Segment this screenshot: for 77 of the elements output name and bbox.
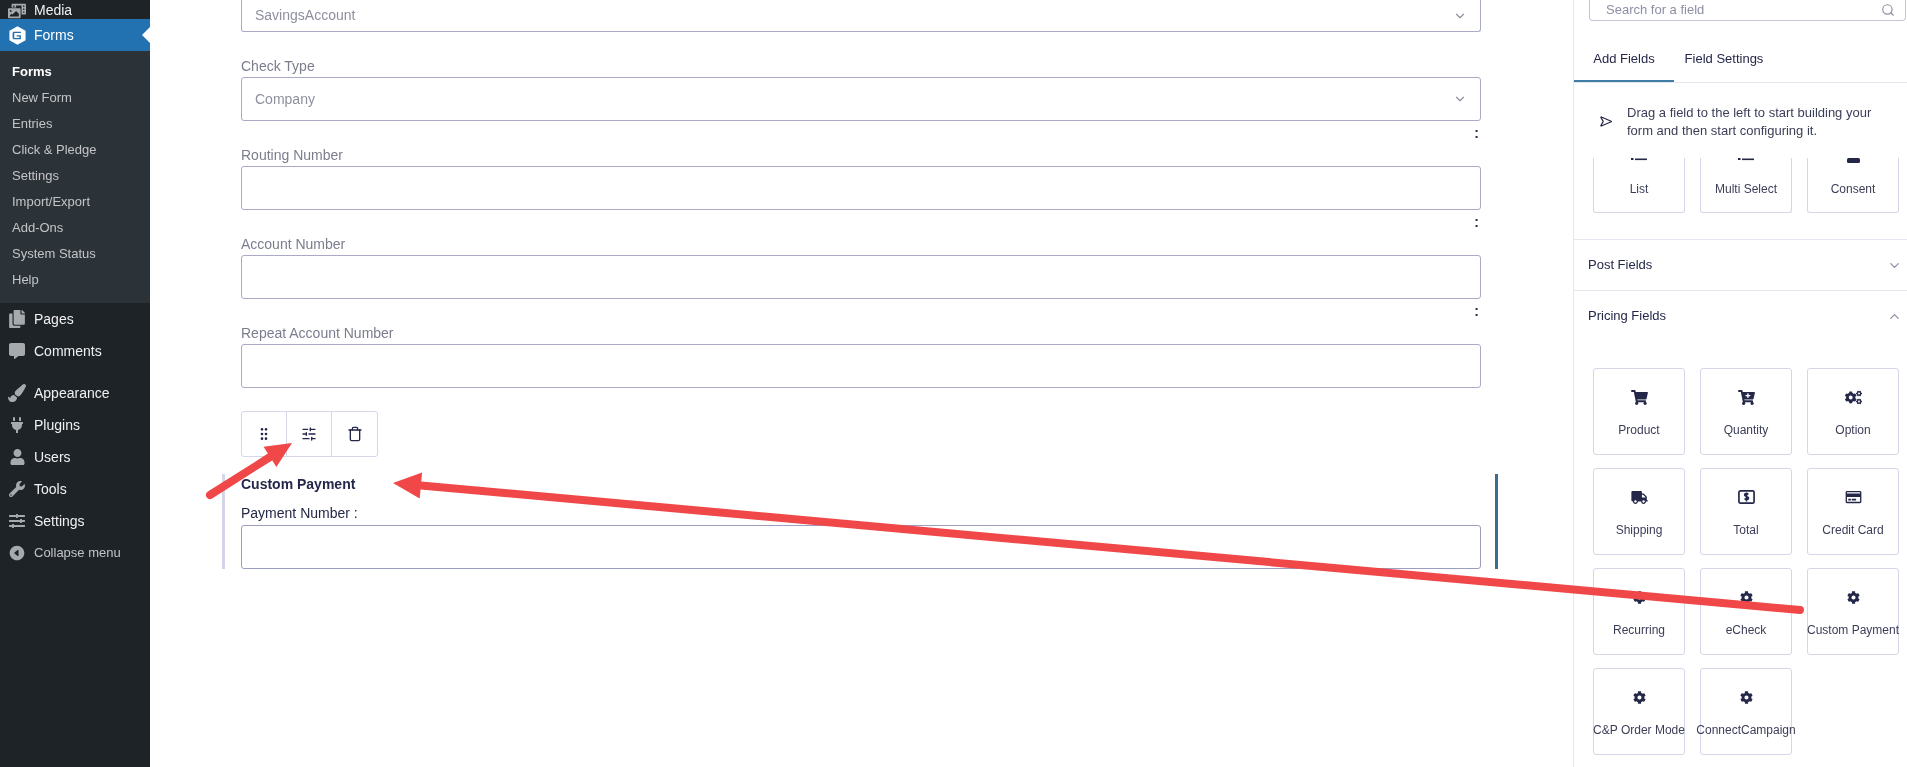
colon-text: :: [1474, 212, 1480, 232]
field-button[interactable]: Total: [1700, 468, 1792, 555]
menu-item[interactable]: Appearance: [0, 377, 150, 409]
cart-icon: [1630, 389, 1648, 405]
submenu-item[interactable]: Entries: [0, 111, 150, 137]
speech-bubble-icon: [9, 343, 25, 359]
submenu-item[interactable]: Settings: [0, 163, 150, 189]
submenu-item[interactable]: Forms: [0, 59, 150, 85]
menu-item[interactable]: Tools: [0, 473, 150, 505]
menu-item[interactable]: Users: [0, 441, 150, 473]
field-button[interactable]: Custom Payment: [1807, 568, 1899, 655]
gear-icon: [1739, 690, 1753, 704]
menu-item[interactable]: Pages: [0, 303, 150, 335]
text-input[interactable]: [241, 525, 1481, 569]
paintbrush-icon: [8, 384, 26, 402]
field-button[interactable]: Product: [1593, 368, 1685, 455]
list-icon: [1631, 158, 1647, 161]
section-toggle[interactable]: Pricing Fields: [1574, 290, 1907, 341]
dollar-box-icon: [1737, 490, 1755, 504]
text-input[interactable]: [241, 344, 1481, 388]
photo-video-icon: [8, 3, 26, 19]
field-button[interactable]: C&P Order Mode: [1593, 668, 1685, 755]
list-icon: [1738, 158, 1754, 161]
field-title: Custom Payment: [241, 474, 357, 494]
text-input[interactable]: [241, 166, 1481, 210]
menu-item[interactable]: Settings: [0, 505, 150, 537]
field-button[interactable]: Multi Select: [1700, 158, 1792, 213]
search-icon: [1881, 3, 1895, 17]
hint-text: Drag a field to the left to start building your form and then start configuring it.: [1627, 104, 1873, 140]
submenu-item[interactable]: Help: [0, 267, 150, 293]
field-button[interactable]: Recurring: [1593, 568, 1685, 655]
credit-card-icon: [1844, 490, 1862, 504]
menu-item[interactable]: Plugins: [0, 409, 150, 441]
submenu-item[interactable]: Import/Export: [0, 189, 150, 215]
collapse-menu-button[interactable]: Collapse menu: [0, 537, 150, 569]
sliders-icon: [9, 513, 25, 529]
menu-item[interactable]: Comments: [0, 335, 150, 367]
gear-icon: [1739, 590, 1753, 604]
field-button[interactable]: List: [1593, 158, 1685, 213]
gears-icon: [1844, 389, 1862, 405]
field-label: Check Type: [241, 57, 316, 76]
pages-icon: [9, 310, 25, 328]
text-input[interactable]: [241, 255, 1481, 299]
field-label: Payment Number :: [241, 503, 359, 523]
field-button[interactable]: Shipping: [1593, 468, 1685, 555]
cart-plus-icon: [1737, 389, 1755, 405]
field-button[interactable]: Option: [1807, 368, 1899, 455]
field-label: Account Number: [241, 235, 347, 254]
truck-icon: [1629, 490, 1649, 504]
panel-tab[interactable]: Add Fields: [1574, 21, 1674, 82]
submenu-item[interactable]: New Form: [0, 85, 150, 111]
panel-tab[interactable]: Field Settings: [1674, 21, 1774, 82]
submenu-item[interactable]: Click & Pledge: [0, 137, 150, 163]
trash-icon: [346, 426, 363, 442]
wrench-icon: [9, 481, 25, 497]
colon-text: :: [1474, 301, 1480, 321]
gear-icon: [1632, 590, 1646, 604]
gear-icon: [1632, 690, 1646, 704]
field-label: Repeat Account Number: [241, 324, 395, 343]
gear-icon: [1846, 590, 1860, 604]
submenu-item[interactable]: System Status: [0, 241, 150, 267]
field-button[interactable]: Credit Card: [1807, 468, 1899, 555]
hexagon-logo-icon: [8, 25, 26, 45]
field-button[interactable]: Consent: [1807, 158, 1899, 213]
collapse-arrow-icon: [8, 544, 26, 562]
field-button[interactable]: Quantity: [1700, 368, 1792, 455]
user-icon: [9, 449, 25, 465]
field-label: Routing Number: [241, 146, 344, 165]
field-button[interactable]: eCheck: [1700, 568, 1792, 655]
submenu-item[interactable]: Add-Ons: [0, 215, 150, 241]
section-toggle[interactable]: Post Fields: [1574, 239, 1907, 290]
sliders-icon: [301, 426, 317, 442]
square-icon: [1846, 158, 1860, 163]
colon-text: :: [1474, 123, 1480, 143]
plug-icon: [9, 417, 25, 433]
menu-item[interactable]: Media: [0, 0, 150, 19]
menu-item[interactable]: Forms: [0, 19, 150, 51]
